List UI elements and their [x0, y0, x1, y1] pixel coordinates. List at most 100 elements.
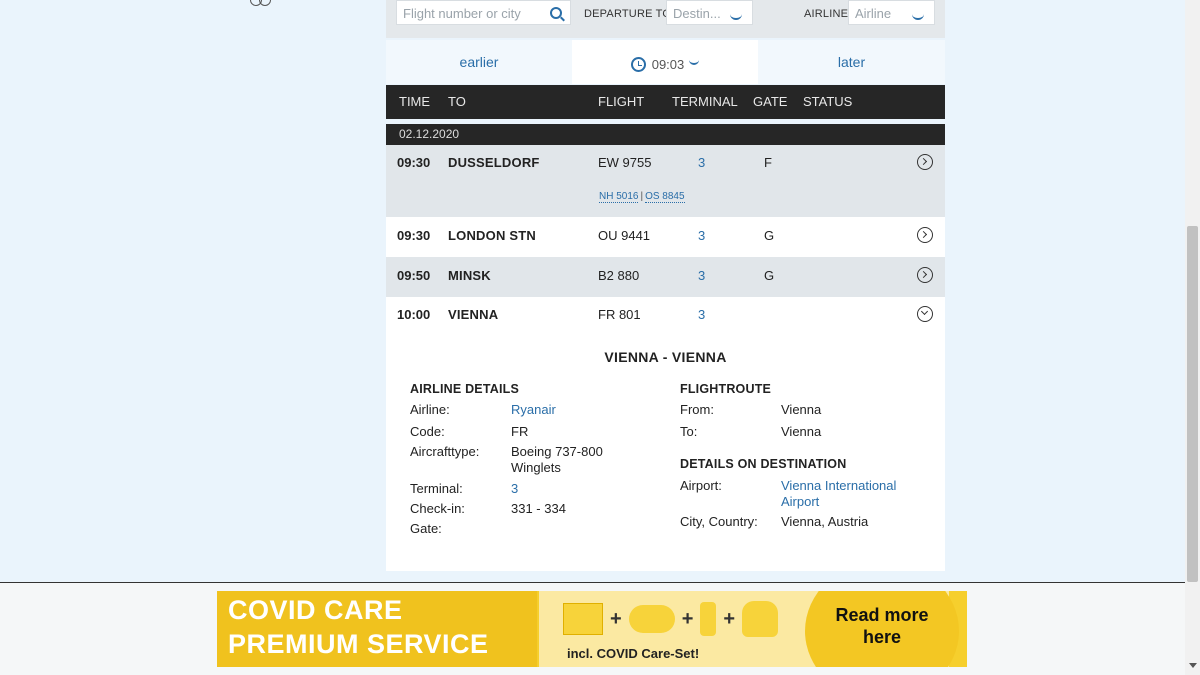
airport-link-line2[interactable]: Airport [781, 494, 819, 509]
aircraft-value-line2: Winglets [511, 460, 561, 475]
gloves-icon [742, 601, 779, 637]
time-navigation: earlier 09:03 later [386, 40, 945, 84]
airport-label: Airport: [680, 478, 722, 493]
row-terminal[interactable]: 3 [698, 307, 705, 322]
row-gate: G [764, 268, 775, 283]
covid-care-banner[interactable]: COVID CARE PREMIUM SERVICE + + + incl. COV… [217, 591, 967, 667]
codeshare-list: NH 5016 | OS 8845 [599, 191, 685, 203]
from-value: Vienna [781, 402, 822, 417]
row-destination: DUSSELDORF [448, 155, 540, 170]
sanitizer-bottle-icon [700, 602, 717, 636]
row-time: 10:00 [397, 307, 431, 322]
time-selector[interactable]: 09:03 [572, 40, 758, 84]
row-flight: OU 9441 [598, 228, 651, 243]
table-header: TIME TO FLIGHT TERMINAL GATE STATUS [386, 85, 945, 119]
airline-details-heading: AIRLINE DETAILS [410, 382, 520, 396]
earlier-button[interactable]: earlier [386, 40, 572, 84]
row-gate: G [764, 228, 775, 243]
cta-line1: Read more [835, 605, 929, 625]
checkin-label: Check-in: [410, 501, 465, 516]
gate-label: Gate: [410, 521, 442, 536]
row-time: 09:50 [397, 268, 431, 283]
airline-label: AIRLINE [804, 8, 849, 20]
plus-sign: + [723, 607, 736, 630]
row-flight: FR 801 [598, 307, 641, 322]
date-bar: 02.12.2020 [386, 124, 945, 145]
search-placeholder: Flight number or city [403, 6, 521, 21]
table-row[interactable]: 09:30 DUSSELDORF EW 9755 3 F NH 5016 | OS … [386, 145, 945, 217]
row-time: 09:30 [397, 155, 431, 170]
search-input[interactable]: Flight number or city [396, 0, 571, 25]
date-label: 02.12.2020 [399, 127, 460, 141]
aircraft-value-line1: Boeing 737-800 [511, 444, 603, 459]
table-row[interactable]: 09:50 MINSK B2 880 3 G [386, 257, 945, 297]
search-icon[interactable] [550, 7, 562, 19]
later-button[interactable]: later [758, 40, 945, 84]
to-label: To: [680, 424, 698, 439]
from-label: From: [680, 402, 714, 417]
terminal-link[interactable]: 3 [511, 481, 518, 496]
row-destination: LONDON STN [448, 228, 536, 243]
row-gate: F [764, 155, 772, 170]
current-time: 09:03 [651, 57, 685, 72]
airline-placeholder: Airline [855, 6, 892, 21]
cta-line2: here [862, 627, 902, 647]
flight-details-panel: VIENNA - VIENNA AIRLINE DETAILS Airline:… [386, 337, 945, 571]
header-gate: GATE [753, 94, 788, 109]
scrollbar-thumb[interactable] [1187, 226, 1198, 582]
details-title: VIENNA - VIENNA [604, 349, 727, 365]
header-time: TIME [399, 94, 431, 109]
plus-sign: + [610, 607, 622, 630]
row-destination: MINSK [448, 268, 491, 283]
care-set-items: + + + [563, 601, 779, 637]
city-country-label: City, Country: [680, 514, 758, 529]
face-mask-icon [628, 605, 675, 633]
expand-arrow-icon[interactable] [917, 267, 933, 283]
checkin-value: 331 - 334 [511, 501, 566, 516]
chevron-down-icon [912, 13, 924, 20]
glasses-icon [250, 0, 274, 8]
row-flight: B2 880 [598, 268, 640, 283]
row-time: 09:30 [397, 228, 431, 243]
collapse-arrow-icon[interactable] [917, 306, 933, 322]
airline-link[interactable]: Ryanair [511, 402, 556, 417]
row-terminal[interactable]: 3 [698, 268, 705, 283]
row-flight: EW 9755 [598, 155, 652, 170]
codeshare-link[interactable]: NH 5016 [599, 191, 639, 203]
terminal-label: Terminal: [410, 481, 463, 496]
chevron-down-icon [730, 13, 742, 20]
filter-bar: Flight number or city DEPARTURE TO Desti… [386, 0, 945, 38]
header-terminal: TERMINAL [672, 94, 738, 109]
code-value: FR [511, 424, 529, 439]
aircraft-label: Aircrafttype: [410, 444, 480, 459]
clock-icon [630, 57, 646, 72]
banner-subtitle: incl. COVID Care-Set! [567, 646, 700, 661]
plus-sign: + [681, 607, 694, 630]
destination-select[interactable]: Destin... [666, 0, 753, 25]
row-terminal[interactable]: 3 [698, 155, 705, 170]
table-row[interactable]: 10:00 VIENNA FR 801 3 [386, 297, 945, 337]
header-to: TO [448, 94, 466, 109]
airline-select[interactable]: Airline [848, 0, 935, 25]
vertical-scrollbar[interactable] [1185, 0, 1200, 675]
to-value: Vienna [781, 424, 822, 439]
tissue-pack-icon [563, 603, 603, 635]
airport-link-line1[interactable]: Vienna International [781, 478, 896, 493]
expand-arrow-icon[interactable] [917, 154, 933, 170]
codeshare-separator: | [640, 191, 644, 202]
code-label: Code: [410, 424, 445, 439]
read-more-button[interactable]: Read more here [805, 591, 959, 667]
codeshare-link[interactable]: OS 8845 [645, 191, 685, 203]
flightroute-heading: FLIGHTROUTE [680, 382, 772, 396]
expand-arrow-icon[interactable] [917, 227, 933, 243]
destination-placeholder: Destin... [673, 6, 721, 21]
banner-title-line2: PREMIUM SERVICE [228, 629, 489, 659]
row-terminal[interactable]: 3 [698, 228, 705, 243]
header-status: STATUS [803, 94, 853, 109]
departure-to-label: DEPARTURE TO [584, 8, 672, 20]
destination-details-heading: DETAILS ON DESTINATION [680, 457, 847, 471]
row-destination: VIENNA [448, 307, 499, 322]
scroll-down-arrow-icon[interactable] [1189, 663, 1197, 668]
table-row[interactable]: 09:30 LONDON STN OU 9441 3 G [386, 217, 945, 257]
chevron-down-icon [689, 59, 700, 65]
